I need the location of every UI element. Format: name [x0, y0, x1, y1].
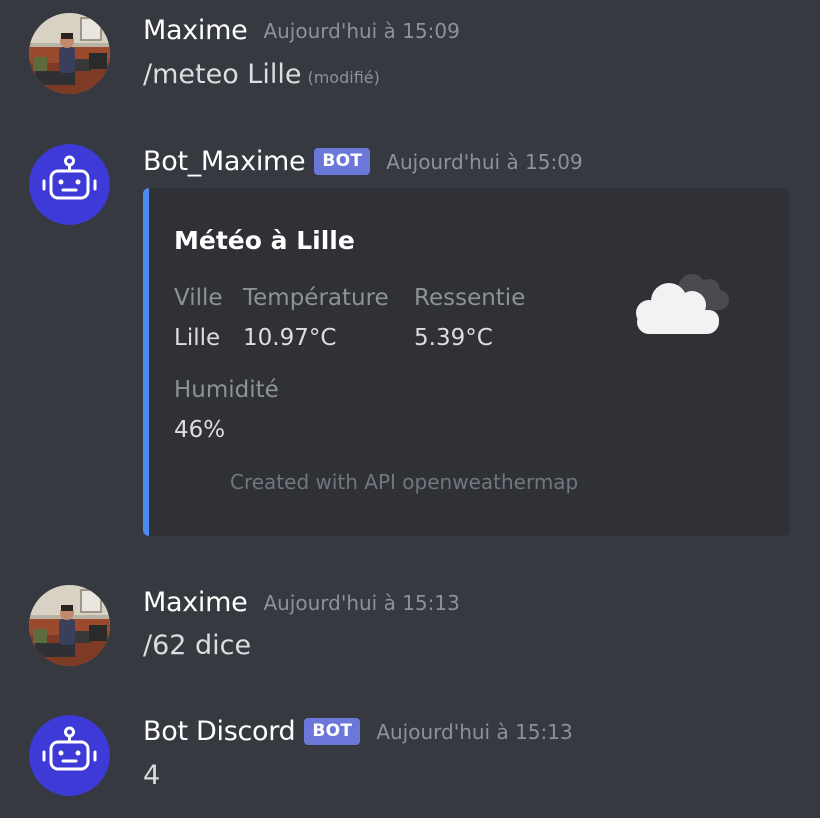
robot-icon[interactable] [29, 144, 110, 225]
bot-tag: BOT [304, 718, 361, 745]
user-avatar[interactable] [29, 585, 110, 666]
message-text: 4 [143, 760, 161, 791]
timestamp: Aujourd'hui à 15:13 [376, 719, 573, 744]
weather-embed: Météo à Lille Ville Lille Température 10… [143, 188, 790, 536]
field-name-temperature: Température [243, 285, 389, 311]
embed-footer: Created with API openweathermap [230, 470, 579, 494]
username[interactable]: Bot_Maxime [143, 146, 306, 177]
bot-tag: BOT [314, 148, 371, 175]
username[interactable]: Maxime [143, 15, 248, 46]
field-value-ville: Lille [174, 325, 221, 351]
username[interactable]: Bot Discord [143, 716, 296, 747]
timestamp: Aujourd'hui à 15:09 [386, 149, 583, 174]
cloud-icon[interactable] [619, 258, 739, 348]
message-content: /62 dice [143, 630, 251, 661]
field-value-temperature: 10.97°C [243, 325, 337, 351]
timestamp: Aujourd'hui à 15:09 [263, 18, 460, 43]
robot-icon[interactable] [29, 715, 110, 796]
message-header: Bot_Maxime BOT Aujourd'hui à 15:09 [143, 146, 583, 177]
message-content: 4 [143, 760, 160, 791]
message-header: Bot Discord BOT Aujourd'hui à 15:13 [143, 716, 573, 747]
field-value-humidite: 46% [174, 417, 226, 443]
user-avatar[interactable] [29, 13, 110, 94]
field-value-ressentie: 5.39°C [414, 325, 493, 351]
field-name-ressentie: Ressentie [414, 285, 526, 311]
message-text: /62 dice [143, 630, 252, 661]
edited-label: (modifié) [307, 68, 380, 87]
message-content: /meteo Lille (modifié) [143, 59, 380, 90]
timestamp: Aujourd'hui à 15:13 [263, 590, 460, 615]
embed-accent-bar [143, 188, 149, 536]
username[interactable]: Maxime [143, 587, 248, 618]
message-header: Maxime Aujourd'hui à 15:09 [143, 15, 460, 46]
field-name-ville: Ville [174, 285, 223, 311]
field-name-humidite: Humidité [174, 377, 279, 403]
message-text: /meteo Lille [143, 59, 302, 90]
message-header: Maxime Aujourd'hui à 15:13 [143, 587, 460, 618]
embed-title: Météo à Lille [174, 226, 355, 255]
